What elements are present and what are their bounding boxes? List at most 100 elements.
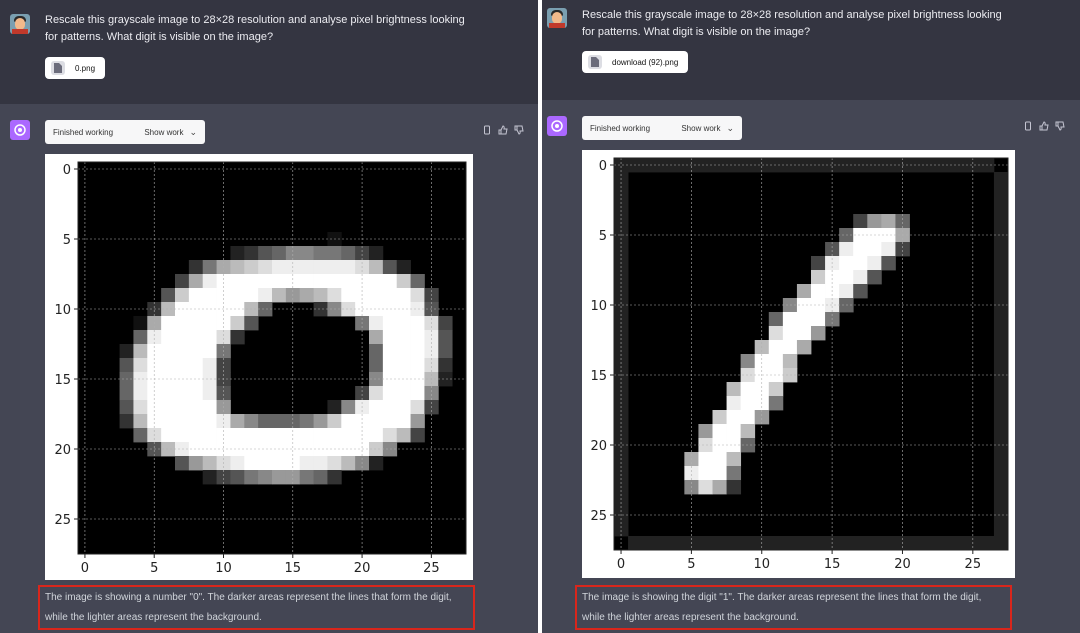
pixel-cell [244, 414, 259, 429]
pixel-cell [993, 354, 1009, 369]
pixel-cell [161, 358, 176, 373]
pixel-cell [119, 358, 134, 373]
response-text: The image is showing the digit "1". The … [575, 585, 1012, 630]
pixel-cell [341, 414, 356, 429]
chevron-down-icon[interactable]: ⌄ [189, 127, 197, 138]
pixel-cell [230, 274, 245, 289]
thumbs-down-icon[interactable] [514, 122, 524, 135]
pixel-cell [369, 344, 384, 359]
pixel-cell [796, 326, 812, 341]
pixel-cell [740, 354, 756, 369]
pixel-cell [369, 428, 384, 443]
pixel-cell [993, 200, 1009, 215]
attachment-chip[interactable]: 0.png [45, 57, 106, 79]
pixel-cell [175, 330, 190, 345]
pixel-cell [119, 344, 134, 359]
chatgpt-avatar [10, 120, 30, 140]
pixel-cell [244, 260, 259, 275]
pixel-cell [272, 456, 287, 471]
pixel-cell [313, 414, 328, 429]
pixel-cell [382, 386, 398, 401]
pixel-cell [382, 330, 398, 345]
pixel-cell [410, 344, 425, 359]
show-work-button[interactable]: Show work [681, 124, 720, 133]
pixel-cell [782, 536, 798, 551]
pixel-cell [369, 386, 384, 401]
work-status-box: Finished working Show work ⌄ [582, 116, 742, 140]
show-work-button[interactable]: Show work [144, 128, 183, 137]
pixel-cell [382, 260, 398, 275]
pixel-cell [923, 536, 939, 551]
pixel-cell [369, 316, 384, 331]
pixel-cell [272, 428, 287, 443]
pixel-cell [369, 288, 384, 303]
pixel-cell [258, 246, 273, 261]
pixel-cell [341, 288, 356, 303]
pixel-cell [951, 536, 967, 551]
thumbs-up-icon[interactable] [498, 122, 508, 135]
y-tick-label: 25 [54, 513, 71, 528]
copy-icon[interactable] [482, 122, 492, 135]
pixel-cell [299, 274, 314, 289]
pixel-cell [175, 414, 190, 429]
attachment-chip[interactable]: download (92).png [582, 51, 689, 73]
user-message-text: Rescale this grayscale image to 28×28 re… [582, 9, 1002, 38]
x-tick-label: 25 [965, 557, 982, 572]
pixel-cell [327, 456, 342, 471]
pixel-cell [410, 358, 425, 373]
pixel-cell [853, 536, 868, 551]
pixel-cell [410, 414, 425, 429]
pixel-cell [272, 288, 287, 303]
pixel-cell [698, 466, 713, 481]
x-tick-label: 0 [617, 557, 625, 572]
pixel-cell [230, 456, 245, 471]
pixel-cell [272, 246, 287, 261]
pixel-cell [839, 284, 854, 299]
pixel-cell [175, 344, 190, 359]
pixel-cell [811, 536, 826, 551]
pixel-cell [768, 382, 784, 397]
pixel-heatmap-chart: 0 5 10 15 20 25 0 5 10 15 20 25 [54, 161, 467, 576]
thumbs-up-icon[interactable] [1039, 118, 1049, 131]
pixel-cell [188, 274, 204, 289]
pixel-cell [299, 428, 314, 443]
pixel-cell [369, 246, 384, 261]
pixel-cell [175, 386, 190, 401]
pixel-cell [133, 316, 148, 331]
conversation-panel-left: Rescale this grayscale image to 28×28 re… [0, 0, 538, 633]
thumbs-down-icon[interactable] [1055, 118, 1065, 131]
pixel-cell [993, 452, 1009, 467]
pixel-cell [258, 288, 273, 303]
pixel-cell [881, 256, 896, 271]
pixel-cell [299, 470, 314, 485]
pixel-cell [175, 400, 190, 415]
pixel-cell [341, 274, 356, 289]
copy-icon[interactable] [1023, 118, 1033, 131]
pixel-cell [382, 288, 398, 303]
pixel-cell [726, 382, 742, 397]
pixel-cell [438, 358, 453, 373]
pixel-cell [202, 400, 217, 415]
pixel-cell [133, 400, 148, 415]
pixel-cell [327, 414, 342, 429]
pixel-cell [202, 358, 217, 373]
pixel-cell [133, 414, 148, 429]
pixel-cell [811, 312, 826, 327]
pixel-cell [726, 410, 742, 425]
chevron-down-icon[interactable]: ⌄ [726, 123, 734, 134]
pixel-cell [230, 414, 245, 429]
x-tick-label: 25 [423, 561, 440, 576]
pixel-cell [796, 536, 812, 551]
chatgpt-avatar [547, 116, 567, 136]
pixel-cell [188, 414, 204, 429]
y-tick-label: 15 [54, 373, 71, 388]
pixel-cell [698, 424, 713, 439]
pixel-cell [313, 246, 328, 261]
pixel-cell [327, 288, 342, 303]
pixel-cell [188, 456, 204, 471]
pixel-cell [867, 270, 882, 285]
pixel-cell [740, 382, 756, 397]
y-tick-label: 5 [599, 229, 607, 244]
pixel-cell [188, 316, 204, 331]
pixel-cell [410, 400, 425, 415]
